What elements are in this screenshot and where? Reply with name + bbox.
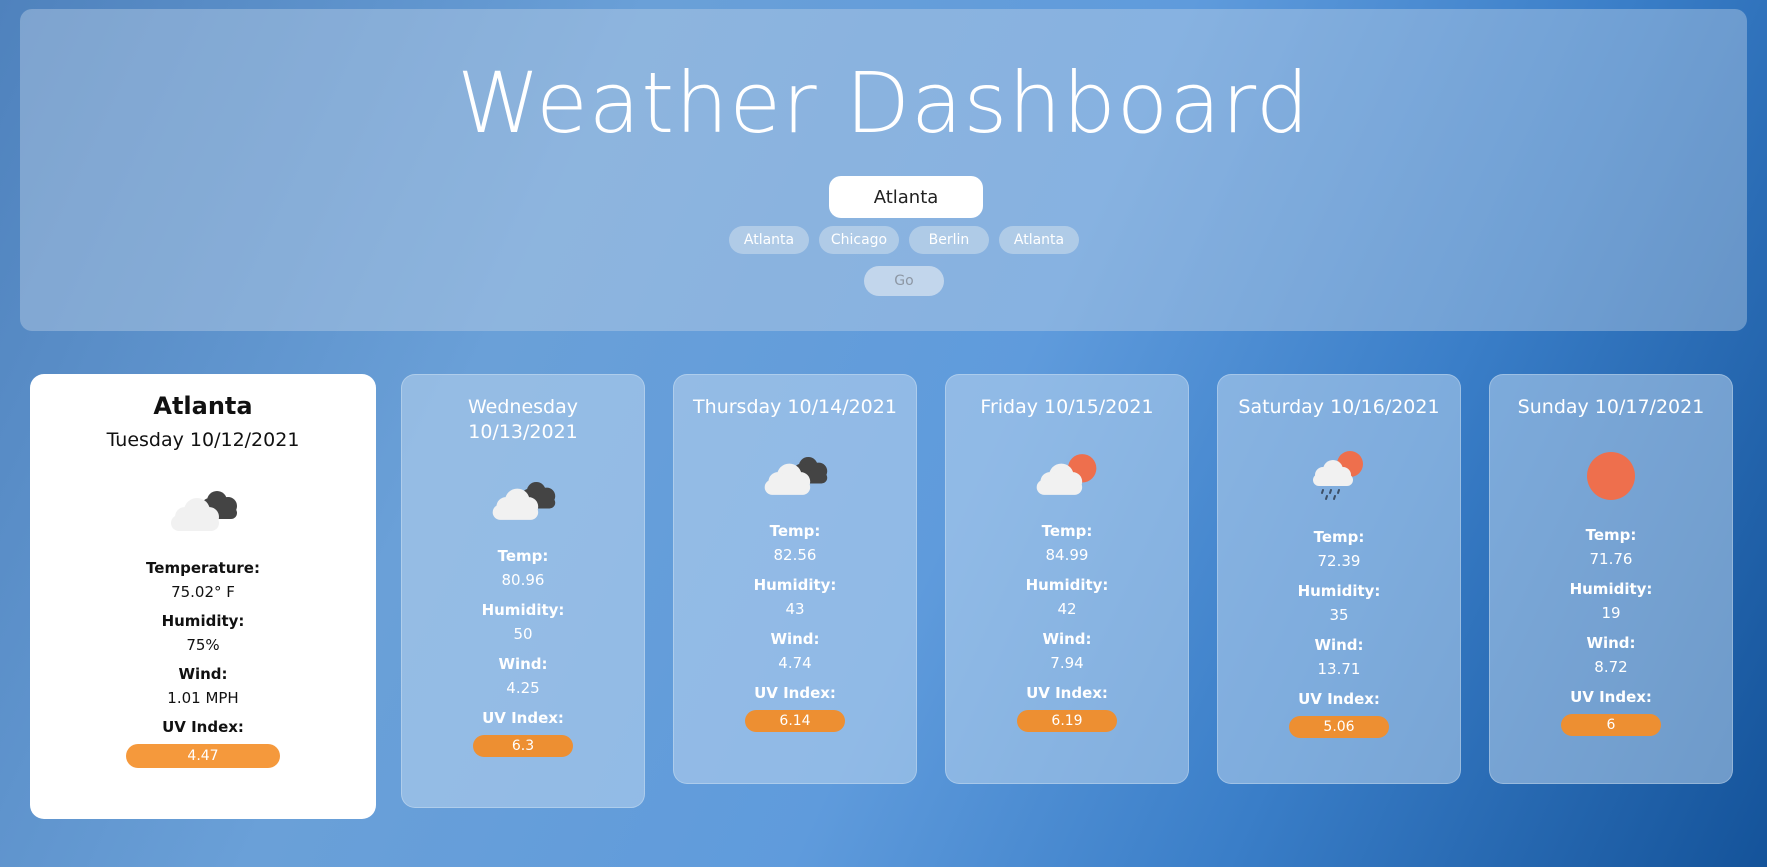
wind-value: 1.01 MPH [167, 689, 239, 707]
wind-value: 8.72 [1594, 658, 1628, 676]
partly-cloudy-dark-icon [171, 491, 237, 531]
forecast-day: Wednesday 10/13/2021 [467, 396, 578, 443]
wind-value: 4.74 [778, 654, 812, 672]
humidity-label: Humidity: [1297, 582, 1381, 600]
uv-index-badge: 6.14 [745, 710, 845, 732]
humidity-value: 43 [785, 600, 805, 618]
partly-sunny-icon [1036, 454, 1097, 495]
sun-rain-icon [1313, 451, 1363, 500]
city-search-input[interactable] [829, 176, 983, 218]
uv-index-label: UV Index: [162, 718, 244, 736]
uv-index-badge: 6.19 [1017, 710, 1117, 732]
uv-index-badge: 6.3 [473, 735, 573, 757]
history-button-1[interactable]: Atlanta [729, 226, 809, 254]
wind-label: Wind: [178, 665, 228, 683]
forecast-day: Saturday 10/16/2021 [1238, 396, 1440, 418]
humidity-value: 35 [1329, 606, 1349, 624]
forecast-card-3: Friday 10/15/2021 Temp: 84.99 Humidity: … [945, 374, 1189, 784]
temp-value: 72.39 [1317, 552, 1361, 570]
forecast-card-2: Thursday 10/14/2021 Temp: 82.56 Humidity… [673, 374, 917, 784]
cloudy-dark-icon [764, 456, 828, 495]
city-name: Atlanta [153, 392, 253, 420]
uv-index-badge: 4.47 [126, 744, 280, 768]
humidity-value: 50 [513, 625, 533, 643]
temp-value: 84.99 [1045, 546, 1089, 564]
humidity-label: Humidity: [1025, 576, 1109, 594]
temp-value: 80.96 [501, 571, 545, 589]
uv-index-label: UV Index: [1026, 684, 1108, 702]
forecast-card-1: Wednesday 10/13/2021 Temp: 80.96 Humidit… [401, 374, 645, 808]
temperature-value: 75.02° F [171, 583, 235, 601]
uv-index-label: UV Index: [1570, 688, 1652, 706]
uv-index-badge: 5.06 [1289, 716, 1389, 738]
humidity-label: Humidity: [1569, 580, 1653, 598]
temp-label: Temp: [769, 522, 821, 540]
temp-label: Temp: [497, 547, 549, 565]
humidity-value: 42 [1057, 600, 1077, 618]
temperature-label: Temperature: [146, 559, 260, 577]
humidity-label: Humidity: [481, 601, 565, 619]
wind-label: Wind: [1042, 630, 1092, 648]
temp-value: 82.56 [773, 546, 817, 564]
search-panel: Weather Dashboard Atlanta Chicago Berlin… [20, 9, 1747, 331]
go-button[interactable]: Go [864, 266, 944, 296]
wind-value: 4.25 [506, 679, 540, 697]
current-weather-card: Atlanta Tuesday 10/12/2021 Temperature: … [30, 374, 376, 819]
forecast-day: Thursday 10/14/2021 [693, 396, 897, 418]
forecast-card-5: Sunday 10/17/2021 Temp: 71.76 Humidity: … [1489, 374, 1733, 784]
temp-label: Temp: [1585, 526, 1637, 544]
history-button-2[interactable]: Chicago [819, 226, 899, 254]
history-button-3[interactable]: Berlin [909, 226, 989, 254]
forecast-day: Sunday 10/17/2021 [1517, 396, 1705, 418]
forecast-card-4: Saturday 10/16/2021 Temp: 72.39 Humidity… [1217, 374, 1461, 784]
uv-index-label: UV Index: [1298, 690, 1380, 708]
uv-index-label: UV Index: [754, 684, 836, 702]
temp-label: Temp: [1041, 522, 1093, 540]
temp-value: 71.76 [1589, 550, 1633, 568]
uv-index-badge: 6 [1561, 714, 1661, 736]
sun-icon [1587, 452, 1635, 500]
humidity-value: 19 [1601, 604, 1621, 622]
humidity-value: 75% [186, 636, 220, 654]
temp-label: Temp: [1313, 528, 1365, 546]
page-title: Weather Dashboard [456, 54, 1311, 152]
wind-label: Wind: [770, 630, 820, 648]
humidity-label: Humidity: [753, 576, 837, 594]
wind-label: Wind: [498, 655, 548, 673]
forecast-day: Friday 10/15/2021 [980, 396, 1154, 418]
humidity-label: Humidity: [161, 612, 245, 630]
wind-label: Wind: [1314, 636, 1364, 654]
current-date: Tuesday 10/12/2021 [106, 429, 300, 451]
wind-value: 7.94 [1050, 654, 1084, 672]
wind-value: 13.71 [1317, 660, 1361, 678]
uv-index-label: UV Index: [482, 709, 564, 727]
history-button-4[interactable]: Atlanta [999, 226, 1079, 254]
wind-label: Wind: [1586, 634, 1636, 652]
cloudy-dark-icon [492, 481, 556, 520]
